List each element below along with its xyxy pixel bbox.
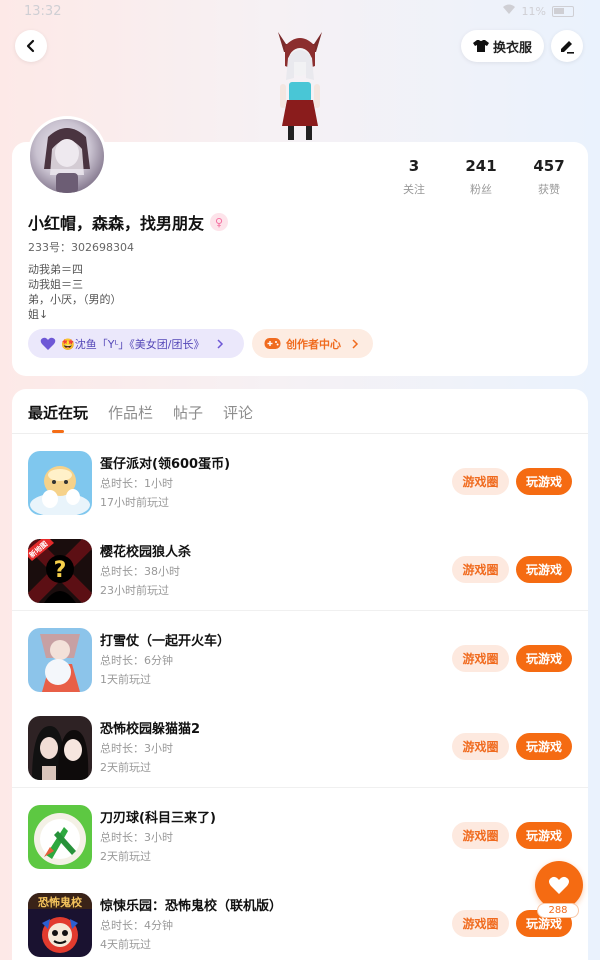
game-circle-button[interactable]: 游戏圈 [452,822,509,849]
user-id[interactable]: 233号：302698304 [28,239,134,255]
battery-icon [552,5,574,17]
bio: 动我弟＝四 动我姐＝三 弟，小厌，（男的） 姐↓ [28,262,122,322]
tab-posts[interactable]: 帖子 [173,402,203,423]
status-bar: 13:32 11% [0,0,600,24]
dress-up-label: 换衣服 [492,40,532,56]
game-name: 恐怖校园躲猫猫2 [100,722,201,737]
tab-recently-played[interactable]: 最近在玩 [28,402,88,423]
creator-center-label: 创作者中心 [286,337,341,351]
game-row[interactable]: 恐怖校园躲猫猫2 总时长：3小时 2天前玩过 游戏圈 玩游戏 [12,700,588,788]
game-last-played: 23小时前玩过 [100,584,169,597]
game-row[interactable]: 恐怖鬼校 惊悚乐园：恐怖鬼校（联机版） 总时长：4分钟 4天前玩过 游戏圈 玩游… [12,877,588,960]
row-divider [12,787,588,788]
game-last-played: 2天前玩过 [100,850,151,863]
game-circle-button[interactable]: 游戏圈 [452,910,509,937]
status-icons: 11% [502,4,574,18]
stat-followers[interactable]: 241 粉丝 [451,157,511,197]
heart-icon [549,876,569,894]
game-icon[interactable] [28,805,92,869]
status-time: 13:32 [24,4,62,19]
bio-line: 姐↓ [28,308,49,321]
female-gender-icon: ♀ [210,213,229,231]
game-last-played: 2天前玩过 [100,761,151,774]
bio-line: 弟，小厌，（男的） [28,293,122,306]
stat-following-value: 3 [408,157,420,175]
game-duration: 总时长：3小时 [100,831,173,844]
game-duration: 总时长：6分钟 [100,654,173,667]
stat-likes[interactable]: 457 获赞 [519,157,579,197]
game-icon[interactable] [28,451,92,515]
game-duration: 总时长：1小时 [100,477,173,490]
guild-badge[interactable]: 🤩沈鱼「Yᴸ」《美女团/团长》 [28,329,244,358]
tab-works[interactable]: 作品栏 [108,402,153,423]
game-name: 打雪仗（一起开火车） [100,634,231,649]
stat-following-label: 关注 [403,183,425,196]
stat-followers-label: 粉丝 [470,183,492,196]
game-row[interactable]: 刀刃球(科目三来了) 总时长：3小时 2天前玩过 游戏圈 玩游戏 [12,789,588,877]
row-divider [12,610,588,611]
chevron-left-icon [26,39,35,53]
game-row[interactable]: ? 新地图 樱花校园狼人杀 总时长：38小时 23小时前玩过 游戏圈 玩游戏 [12,523,588,611]
game-last-played: 17小时前玩过 [100,496,169,509]
game-icon[interactable]: ? 新地图 [28,539,92,603]
svg-text:?: ? [54,558,67,583]
pencil-icon [561,41,574,54]
game-icon[interactable]: 恐怖鬼校 [28,893,92,957]
game-row[interactable]: 打雪仗（一起开火车） 总时长：6分钟 1天前玩过 游戏圈 玩游戏 [12,612,588,700]
game-name: 惊悚乐园：恐怖鬼校（联机版） [100,899,283,914]
avatar[interactable] [27,116,107,196]
like-button[interactable] [535,861,583,909]
game-name: 刀刃球(科目三来了) [100,811,216,826]
edit-profile-button[interactable] [551,30,583,62]
play-game-button[interactable]: 玩游戏 [516,468,572,495]
tabs-divider [12,433,588,434]
stat-likes-value: 457 [533,157,565,175]
game-name: 蛋仔派对(领600蛋币) [100,457,231,472]
wifi-icon [502,4,516,18]
game-circle-button[interactable]: 游戏圈 [452,645,509,672]
game-last-played: 4天前玩过 [100,938,151,951]
tab-bar: 最近在玩 作品栏 帖子 评论 [28,402,253,423]
stat-likes-label: 获赞 [538,183,560,196]
stat-following[interactable]: 3 关注 [384,157,444,197]
play-game-button[interactable]: 玩游戏 [516,556,572,583]
play-game-button[interactable]: 玩游戏 [516,822,572,849]
stat-followers-value: 241 [465,157,497,175]
guild-badge-label: 🤩沈鱼「Yᴸ」《美女团/团长》 [61,337,205,351]
nickname: 小红帽，森森，找男朋友 ♀ [28,210,229,234]
game-last-played: 1天前玩过 [100,673,151,686]
back-button[interactable] [15,30,47,62]
dress-up-button[interactable]: 换衣服 [461,30,544,62]
tab-comments[interactable]: 评论 [223,402,253,423]
gamepad-icon [264,338,281,349]
avatar-3d-figure[interactable] [258,22,342,144]
chevron-right-icon [217,338,224,349]
game-icon[interactable] [28,628,92,692]
heart-icon [40,337,56,350]
play-game-button[interactable]: 玩游戏 [516,733,572,760]
game-circle-button[interactable]: 游戏圈 [452,733,509,760]
bio-line: 动我弟＝四 [28,263,83,276]
game-circle-button[interactable]: 游戏圈 [452,556,509,583]
game-name: 樱花校园狼人杀 [100,545,192,560]
play-game-button[interactable]: 玩游戏 [516,645,572,672]
creator-center-button[interactable]: 创作者中心 [252,329,373,358]
game-duration: 总时长：3小时 [100,742,173,755]
battery-percent: 11% [521,4,546,18]
chevron-right-icon [352,338,359,349]
game-row[interactable]: 蛋仔派对(领600蛋币) 总时长：1小时 17小时前玩过 游戏圈 玩游戏 [12,435,588,523]
like-count: 288 [537,903,579,918]
shirt-icon [472,40,489,52]
game-icon[interactable] [28,716,92,780]
bio-line: 动我姐＝三 [28,278,83,291]
game-duration: 总时长：4分钟 [100,919,173,932]
game-circle-button[interactable]: 游戏圈 [452,468,509,495]
game-duration: 总时长：38小时 [100,565,180,578]
game-icon-badge: 恐怖鬼校 [38,895,83,909]
nickname-text: 小红帽，森森，找男朋友 [28,214,205,233]
